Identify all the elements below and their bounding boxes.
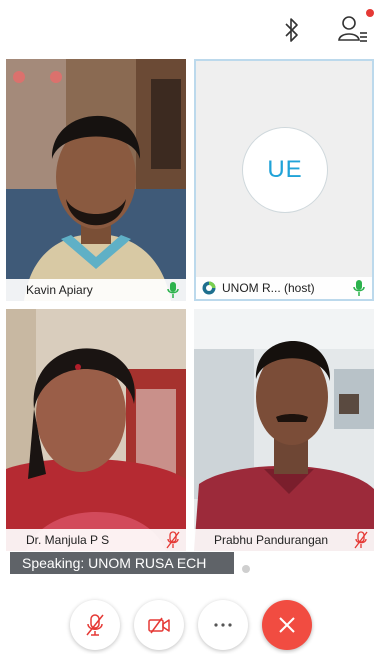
mute-button[interactable] [70,600,120,650]
video-tile-kavin-apiary[interactable]: Kavin Apiary [6,59,186,301]
name-bar: Kavin Apiary [6,279,186,301]
end-call-button[interactable] [262,600,312,650]
notification-dot [366,9,374,17]
video-tile-manjula[interactable]: Dr. Manjula P S [6,309,186,551]
page-indicator-dot[interactable] [242,565,250,573]
microphone-muted-icon [86,614,104,636]
microphone-on-icon [167,282,179,298]
microphone-on-icon [353,280,365,296]
name-bar: Prabhu Pandurangan [194,529,374,551]
more-options-button[interactable] [198,600,248,650]
video-tile-host[interactable]: UE UNOM R... (host) [194,59,374,301]
microphone-muted-icon [354,531,368,549]
speaking-indicator: Speaking: UNOM RUSA ECH [10,552,234,574]
participant-name: Prabhu Pandurangan [214,533,329,547]
close-icon [279,617,295,633]
participant-name: Dr. Manjula P S [26,533,110,547]
video-off-icon [148,617,170,634]
name-bar: UNOM R... (host) [196,277,372,299]
participant-video [194,309,374,551]
app-logo-icon [202,281,216,295]
participant-name: Kavin Apiary [26,283,93,297]
bluetooth-icon[interactable] [280,16,304,44]
participants-icon[interactable] [338,14,368,44]
avatar: UE [242,127,328,213]
participant-video [6,59,186,301]
more-icon [214,623,232,627]
top-bar [0,0,374,56]
video-tile-prabhu[interactable]: Prabhu Pandurangan [194,309,374,551]
name-bar: Dr. Manjula P S [6,529,186,551]
participant-name: UNOM R... (host) [222,281,315,295]
participant-video [6,309,186,551]
microphone-muted-icon [166,531,180,549]
video-toggle-button[interactable] [134,600,184,650]
